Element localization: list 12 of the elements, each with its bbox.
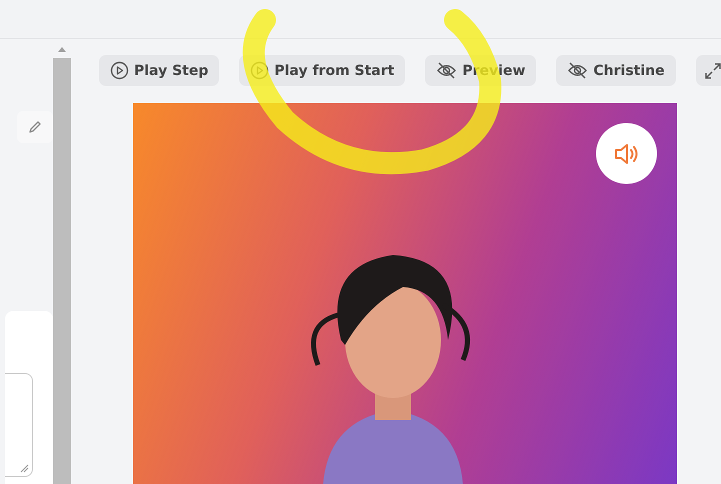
toolbar-button[interactable]: Play Step xyxy=(99,55,220,86)
pencil-icon xyxy=(27,119,43,135)
toolbar-button[interactable]: Christine xyxy=(556,55,676,86)
resize-grip-icon xyxy=(20,464,29,473)
expand-icon xyxy=(704,62,721,80)
play-icon xyxy=(110,61,129,80)
eye-off-icon xyxy=(567,61,588,80)
speaker-icon xyxy=(612,142,640,166)
toolbar-button[interactable] xyxy=(696,55,721,86)
edit-button[interactable] xyxy=(17,111,53,143)
scroll-up-icon xyxy=(58,46,66,52)
eye-off-icon xyxy=(436,61,458,80)
